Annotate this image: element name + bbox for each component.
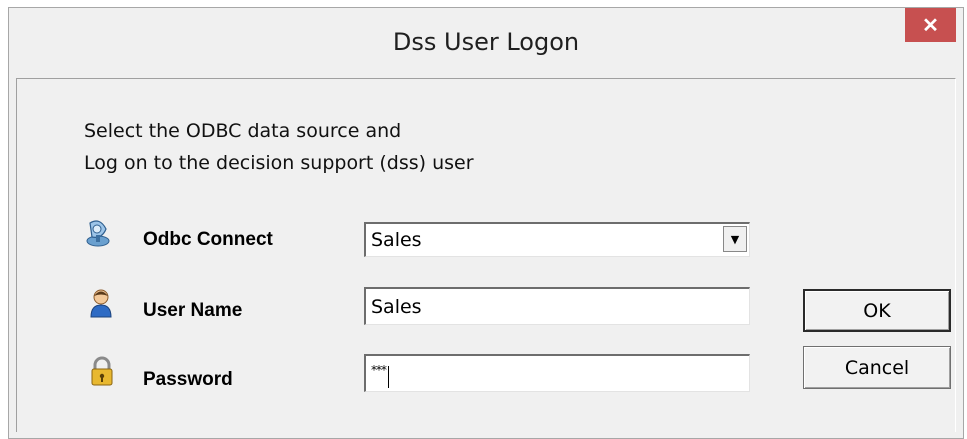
dialog-body: Select the ODBC data source and Log on t… <box>16 78 956 432</box>
password-value: *** <box>371 362 387 377</box>
odbc-connect-label: Odbc Connect <box>143 229 273 250</box>
user-name-label: User Name <box>143 300 243 321</box>
odbc-connect-icon <box>86 220 110 247</box>
text-cursor <box>388 365 389 388</box>
close-icon: ✕ <box>922 14 939 37</box>
password-label: Password <box>143 369 233 390</box>
instruction-line-1: Select the ODBC data source and <box>84 120 402 142</box>
title-bar: Dss User Logon ✕ <box>9 8 963 78</box>
logon-dialog: Dss User Logon ✕ Select the ODBC data so… <box>8 7 964 439</box>
user-icon <box>90 289 112 318</box>
dropdown-button[interactable]: ▼ <box>723 226 747 252</box>
odbc-connect-select[interactable]: Sales ▼ <box>364 222 750 257</box>
user-name-input[interactable]: Sales <box>364 287 750 325</box>
dialog-title: Dss User Logon <box>392 28 580 56</box>
padlock-icon <box>91 356 113 386</box>
password-input[interactable]: *** <box>364 354 750 392</box>
chevron-down-icon: ▼ <box>730 232 740 246</box>
ok-button[interactable]: OK <box>803 289 951 332</box>
odbc-connect-value: Sales <box>371 229 422 251</box>
user-name-value: Sales <box>371 295 422 318</box>
instruction-line-2: Log on to the decision support (dss) use… <box>84 152 474 174</box>
close-button[interactable]: ✕ <box>905 8 956 42</box>
cancel-button[interactable]: Cancel <box>803 346 951 389</box>
